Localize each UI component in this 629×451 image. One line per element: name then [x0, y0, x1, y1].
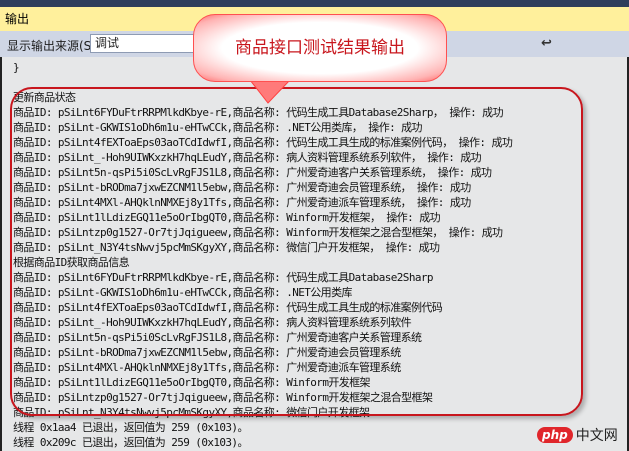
word-wrap-icon[interactable]: ↩	[541, 36, 552, 51]
output-line: 商品ID: pSiLnt4fEXToaEps03aoTCdIdwfI,商品名称:…	[13, 136, 513, 149]
window-top-border	[0, 0, 629, 7]
output-line: 商品ID: pSiLnt4fEXToaEps03aoTCdIdwfI,商品名称:…	[13, 301, 443, 314]
php-logo: php	[537, 427, 573, 443]
watermark-text: 中文网	[575, 428, 618, 444]
output-line: 商品ID: pSiLnt_N3Y4tsNwvj5pcMmSKgyXY,商品名称:…	[13, 241, 440, 254]
output-line: 商品ID: pSiLntzp0g1527-Or7tjJqigueew,商品名称:…	[13, 391, 433, 404]
source-label: 显示输出来源(S):	[7, 39, 101, 53]
output-line: 商品ID: pSiLnt_-Hoh9UIWKxzkH7hqLEudY,商品名称:…	[13, 316, 412, 329]
output-line: 商品ID: pSiLnt5n-qsPi5i0ScLvRgFJS1L8,商品名称:…	[13, 166, 492, 179]
output-line: 商品ID: pSiLnt1lLdizEGQ11e5oOrIbgQT0,商品名称:…	[13, 376, 371, 389]
output-line: 线程 0x209c 已退出，返回值为 259 (0x103)。	[13, 436, 248, 449]
output-line: }	[13, 61, 20, 74]
output-line: 商品ID: pSiLnt1lLdizEGQ11e5oOrIbgQT0,商品名称:…	[13, 211, 441, 224]
output-line: 商品ID: pSiLntzp0g1527-Or7tjJqigueew,商品名称:…	[13, 226, 503, 239]
watermark: php 中文网	[537, 425, 618, 445]
output-line: 商品ID: pSiLnt-GKWIS1oDh6m1u-eHTwCCk,商品名称:…	[13, 121, 423, 134]
output-line: 商品ID: pSiLnt6FYDuFtrRRPMlkdKbye-rE,商品名称:…	[13, 271, 434, 284]
output-line: 商品ID: pSiLnt_-Hoh9UIWKxzkH7hqLEudY,商品名称:…	[13, 151, 482, 164]
output-line: 商品ID: pSiLnt4MXl-AHQklnNMXEj8y1Tfs,商品名称:…	[13, 196, 471, 209]
output-line: 更新商品状态	[13, 91, 76, 104]
output-line: 商品ID: pSiLnt-bRODma7jxwEZCNM1l5ebw,商品名称:…	[13, 346, 401, 359]
output-line: 商品ID: pSiLnt5n-qsPi5i0ScLvRgFJS1L8,商品名称:…	[13, 331, 422, 344]
output-line: 商品ID: pSiLnt-bRODma7jxwEZCNM1l5ebw,商品名称:…	[13, 181, 471, 194]
output-line: 商品ID: pSiLnt-GKWIS1oDh6m1u-eHTwCCk,商品名称:…	[13, 286, 352, 299]
output-line: 商品ID: pSiLnt_N3Y4tsNwvj5pcMmSKgyXY,商品名称:…	[13, 406, 370, 419]
callout-bubble: 商品接口测试结果输出	[193, 14, 447, 82]
output-line: 商品ID: pSiLnt6FYDuFtrRRPMlkdKbye-rE,商品名称:…	[13, 106, 504, 119]
output-line: 商品ID: pSiLnt4MXl-AHQklnNMXEj8y1Tfs,商品名称:…	[13, 361, 401, 374]
output-line: 根据商品ID获取商品信息	[13, 256, 130, 269]
output-line: 线程 0x1aa4 已退出，返回值为 259 (0x103)。	[13, 421, 248, 434]
